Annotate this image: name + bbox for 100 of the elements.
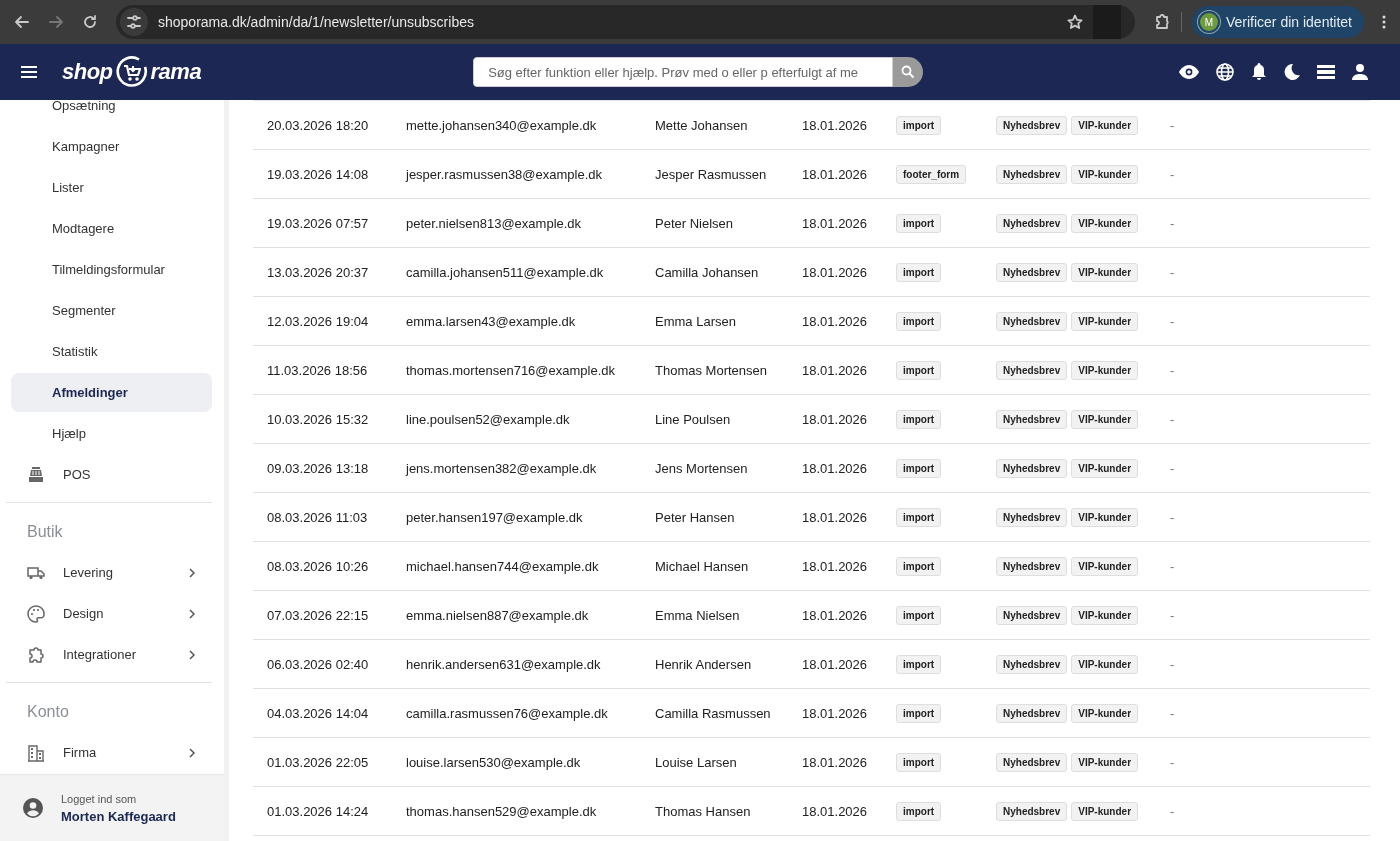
star-icon[interactable] [1066,14,1083,30]
name-cell: Emma Larsen [641,296,788,346]
date-cell: 18.01.2026 [788,149,882,199]
menu-lines-icon[interactable] [1317,65,1335,79]
date-cell: 18.01.2026 [788,688,882,738]
date-cell: 08.03.2026 10:26 [253,541,392,591]
search-button[interactable] [893,57,924,87]
note-cell: - [1156,492,1370,542]
site-settings-icon[interactable] [120,8,148,36]
date-cell: 18.01.2026 [788,394,882,444]
name-cell: Mette Johansen [641,100,788,150]
source-tag: import [896,360,942,380]
source-tag: import [896,409,942,429]
sidebar-item[interactable]: Design [11,594,212,633]
sidebar-item[interactable]: Afmeldinger [11,373,212,412]
reload-icon[interactable] [82,14,98,30]
list-tag: VIP-kunder [1071,801,1139,821]
date-cell: 18.01.2026 [788,737,882,787]
moon-icon[interactable] [1284,64,1300,80]
email-cell: louise.larsen530@example.dk [392,737,641,787]
sidebar-item[interactable]: Opsætning [11,100,212,125]
email-cell: line.poulsen52@example.dk [392,394,641,444]
name-cell: Camilla Rasmussen [641,688,788,738]
name-cell: Thomas Mortensen [641,345,788,395]
avatar: M [1199,13,1218,31]
name-cell: Camilla Johansen [641,247,788,297]
email-cell: michael.hansen744@example.dk [392,541,641,591]
forward-icon[interactable] [48,14,64,30]
sidebar-item[interactable]: Hjælp [11,414,212,453]
list-tag: VIP-kunder [1071,115,1139,135]
list-tag: Nyhedsbrev [996,262,1068,282]
source-tag: import [896,801,942,821]
sidebar-item[interactable]: Lister [11,168,212,207]
palette-icon [27,604,45,623]
sidebar-item[interactable]: Kampagner [11,127,212,166]
source-tag: import [896,703,942,723]
search-field[interactable]: Søg efter funktion eller hjælp. Prøv med o eller p efterfulgt af me [473,57,894,87]
date-cell: 18.01.2026 [788,492,882,542]
name-cell: Emma Nielsen [641,590,788,640]
list-tag: Nyhedsbrev [996,311,1068,331]
more-icon[interactable] [1382,15,1386,29]
list-tag: Nyhedsbrev [996,556,1068,576]
note-cell: - [1156,443,1370,493]
date-cell: 18.01.2026 [788,443,882,493]
building-icon [27,743,45,762]
sidebar-item[interactable]: Modtagere [11,209,212,248]
list-tag: VIP-kunder [1071,164,1139,184]
date-cell: 13.03.2026 20:37 [253,247,392,297]
eye-icon[interactable] [1179,65,1199,79]
list-tag: Nyhedsbrev [996,703,1068,723]
name-cell: Peter Hansen [641,492,788,542]
date-cell: 20.03.2026 18:20 [253,100,392,150]
menu-icon[interactable] [20,65,38,79]
email-cell: mette.johansen340@example.dk [392,100,641,150]
sidebar-item[interactable]: Integrationer [11,635,212,674]
section-heading: Konto [26,702,70,722]
name-cell: Louise Larsen [641,737,788,787]
note-cell: - [1156,737,1370,787]
sidebar-item[interactable]: Statistik [11,332,212,371]
list-tag: VIP-kunder [1071,262,1139,282]
date-cell: 09.03.2026 13:18 [253,443,392,493]
sidebar-item[interactable]: POS [11,455,212,494]
user-icon[interactable] [1352,64,1368,80]
list-tag: Nyhedsbrev [996,409,1068,429]
sidebar-item[interactable]: Firma [11,733,212,772]
bell-icon[interactable] [1251,63,1267,81]
back-icon[interactable] [14,14,30,30]
date-cell: 18.01.2026 [788,541,882,591]
list-tag: VIP-kunder [1071,409,1139,429]
globe-icon[interactable] [1216,63,1234,81]
note-cell: - [1156,198,1370,248]
profile-button[interactable]: M Verificer din identitet [1191,6,1364,38]
date-cell: 10.03.2026 15:32 [253,394,392,444]
list-tag: VIP-kunder [1071,605,1139,625]
list-tag: VIP-kunder [1071,458,1139,478]
date-cell: 12.03.2026 19:04 [253,296,392,346]
date-cell: 18.01.2026 [788,296,882,346]
logo[interactable]: shop rama [62,55,202,89]
email-cell: emma.nielsen887@example.dk [392,590,641,640]
address-bar[interactable]: shoporama.dk/admin/da/1/newsletter/unsubscribes [116,5,1135,39]
sidebar-item[interactable]: Tilmeldingsformular [11,250,212,289]
email-cell: peter.hansen197@example.dk [392,492,641,542]
source-tag: import [896,213,942,233]
list-tag: Nyhedsbrev [996,654,1068,674]
sidebar-item[interactable]: Levering [11,553,212,592]
email-cell: emma.larsen43@example.dk [392,296,641,346]
list-tag: Nyhedsbrev [996,115,1068,135]
date-cell: 01.03.2026 22:05 [253,737,392,787]
note-cell: - [1156,345,1370,395]
sidebar-item[interactable]: Segmenter [11,291,212,330]
date-cell: 18.01.2026 [788,590,882,640]
source-tag: footer_form [896,164,967,184]
date-cell: 18.01.2026 [788,639,882,689]
section-heading: Butik [26,522,64,542]
list-tag: Nyhedsbrev [996,164,1068,184]
name-cell: Jens Mortensen [641,443,788,493]
date-cell: 18.01.2026 [788,198,882,248]
source-tag: import [896,507,942,527]
source-tag: import [896,311,942,331]
email-cell: henrik.andersen631@example.dk [392,639,641,689]
